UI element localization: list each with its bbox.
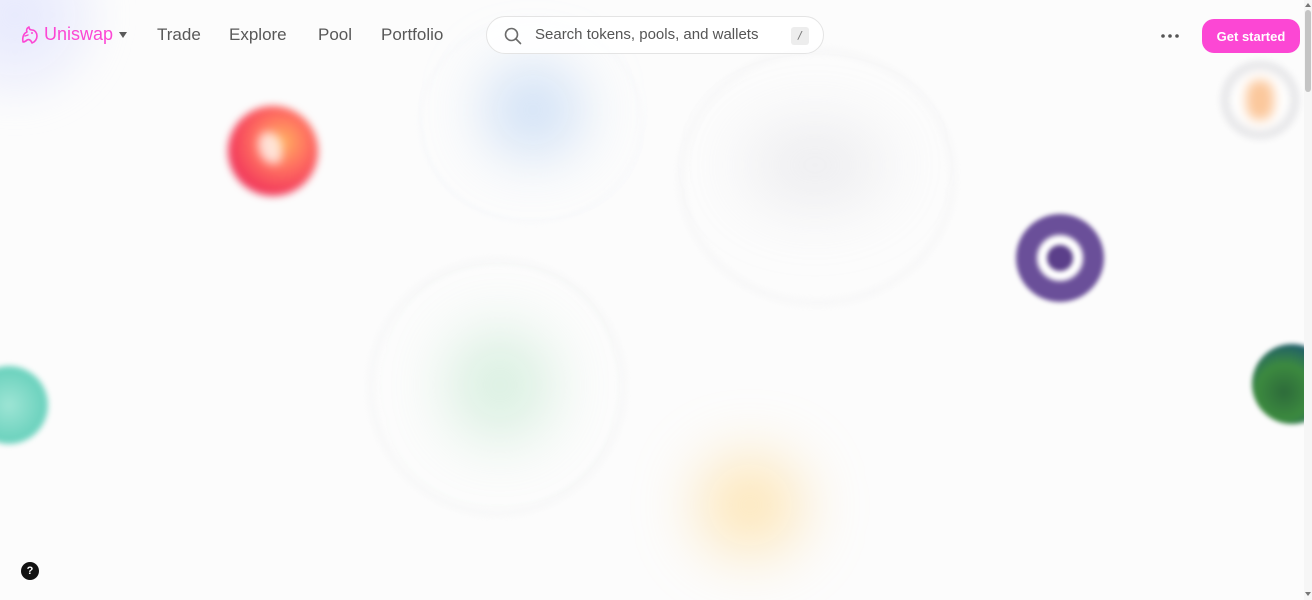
mint-token-blur xyxy=(440,320,560,450)
nav-trade[interactable]: Trade xyxy=(157,25,201,45)
grey-token-blur xyxy=(730,110,900,220)
blue-token-blur xyxy=(478,60,588,160)
caret-down-icon xyxy=(119,31,128,38)
nav-portfolio[interactable]: Portfolio xyxy=(381,25,443,45)
search-icon xyxy=(504,27,522,45)
scroll-down-arrow-icon[interactable] xyxy=(1305,592,1311,596)
nav-explore[interactable]: Explore xyxy=(229,25,287,45)
ellipsis-icon xyxy=(1161,34,1179,38)
scrollbar[interactable] xyxy=(1304,0,1312,600)
navbar: Uniswap Trade Explore Pool Portfolio / G… xyxy=(0,0,1304,72)
page: Uniswap Trade Explore Pool Portfolio / G… xyxy=(0,0,1312,600)
scrollbar-thumb[interactable] xyxy=(1305,10,1311,92)
red-token-icon xyxy=(228,106,318,196)
purple-token-icon xyxy=(1016,214,1104,302)
get-started-button[interactable]: Get started xyxy=(1202,19,1300,53)
search-shortcut-key: / xyxy=(791,27,809,45)
teal-token-icon xyxy=(0,366,48,444)
yellow-token-blur xyxy=(690,450,810,560)
more-options-button[interactable] xyxy=(1156,24,1184,48)
search-input[interactable] xyxy=(535,26,785,43)
search-bar[interactable]: / xyxy=(486,16,824,54)
unicorn-logo-icon xyxy=(21,25,38,44)
green-token-icon xyxy=(1252,344,1312,424)
bitcoin-token-icon xyxy=(1220,60,1300,140)
brand-name: Uniswap xyxy=(44,24,114,44)
scroll-up-arrow-icon[interactable] xyxy=(1305,3,1311,7)
logo-menu-button[interactable]: Uniswap xyxy=(20,24,128,45)
nav-pool[interactable]: Pool xyxy=(318,25,352,45)
help-button[interactable]: ? xyxy=(21,562,39,580)
